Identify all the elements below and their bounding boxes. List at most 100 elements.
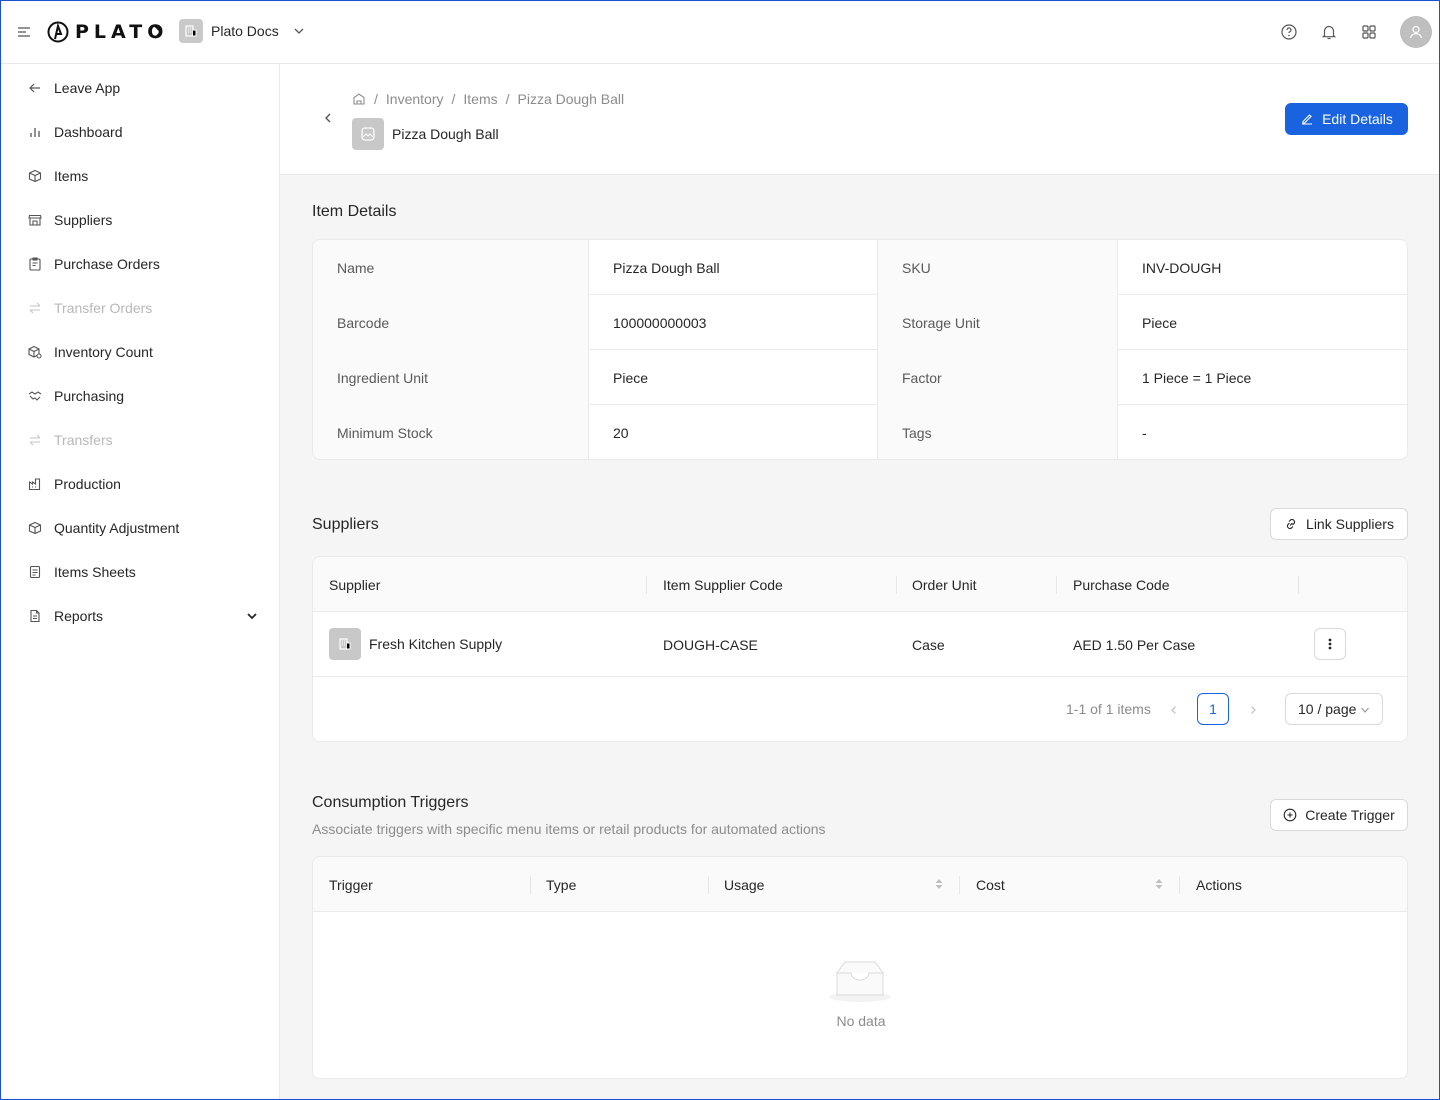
- breadcrumb-separator: /: [451, 91, 456, 107]
- chevron-down-icon[interactable]: [246, 610, 258, 622]
- create-trigger-label: Create Trigger: [1305, 807, 1395, 823]
- plato-logo[interactable]: PLATO: [47, 20, 168, 44]
- link-suppliers-button[interactable]: Link Suppliers: [1270, 508, 1408, 540]
- box-icon: [28, 169, 42, 183]
- menu-icon[interactable]: [16, 24, 32, 40]
- column-header-actions: Actions: [1196, 876, 1242, 893]
- chevron-right-icon: [152, 24, 164, 40]
- page-size-value: 10 / page: [1298, 701, 1357, 717]
- table-row: Fresh Kitchen Supply DOUGH-CASE Case AED…: [313, 612, 1407, 677]
- details-label: Name: [313, 240, 589, 295]
- page-button-1[interactable]: 1: [1197, 693, 1229, 725]
- org-switcher[interactable]: Plato Docs: [179, 19, 305, 43]
- sidebar-item-label: Transfer Orders: [54, 300, 153, 316]
- help-icon[interactable]: [1280, 23, 1298, 41]
- sidebar-item-transfer-orders[interactable]: Transfer Orders: [28, 297, 260, 319]
- empty-state: No data: [313, 913, 1407, 1078]
- sidebar-item-purchasing[interactable]: Purchasing: [28, 385, 260, 407]
- swap-icon: [28, 433, 42, 447]
- sidebar-item-label: Inventory Count: [54, 344, 153, 360]
- sheet-icon: [28, 565, 42, 579]
- sidebar-item-leave-app[interactable]: Leave App: [28, 77, 260, 99]
- sidebar-item-inventory-count[interactable]: Inventory Count: [28, 341, 260, 363]
- home-icon[interactable]: [352, 92, 366, 106]
- breadcrumb-separator: /: [505, 91, 510, 107]
- suppliers-title: Suppliers: [312, 516, 379, 533]
- details-label: SKU: [878, 240, 1118, 295]
- column-header-order-unit: Order Unit: [896, 557, 1057, 612]
- sidebar-item-quantity-adjustment[interactable]: Quantity Adjustment: [28, 517, 260, 539]
- supplier-name[interactable]: Fresh Kitchen Supply: [369, 636, 502, 652]
- sidebar-item-items-sheets[interactable]: Items Sheets: [28, 561, 260, 583]
- breadcrumb-inventory[interactable]: Inventory: [386, 91, 444, 107]
- edit-details-button[interactable]: Edit Details: [1285, 103, 1408, 135]
- sidebar-item-production[interactable]: Production: [28, 473, 260, 495]
- details-label: Barcode: [313, 295, 589, 350]
- column-header-item-supplier-code: Item Supplier Code: [647, 557, 897, 612]
- sidebar-item-items[interactable]: Items: [28, 165, 260, 187]
- details-value: -: [1142, 424, 1147, 441]
- details-value: Piece: [1142, 314, 1178, 331]
- item-heading: Pizza Dough Ball: [352, 118, 499, 150]
- edit-pencil-icon: [1300, 112, 1314, 126]
- breadcrumb-items[interactable]: Items: [463, 91, 497, 107]
- breadcrumb: / Inventory / Items / Pizza Dough Ball: [352, 91, 624, 107]
- sidebar-item-transfers[interactable]: Transfers: [28, 429, 260, 451]
- sidebar-item-suppliers[interactable]: Suppliers: [28, 209, 260, 231]
- empty-inbox-icon: [828, 959, 892, 1003]
- column-header-cost[interactable]: Cost: [960, 857, 1180, 912]
- building-icon: [329, 628, 361, 660]
- details-label: Tags: [878, 405, 1118, 459]
- report-icon: [28, 609, 42, 623]
- bell-icon[interactable]: [1320, 23, 1338, 41]
- table-header: Supplier Item Supplier Code Order Unit P…: [313, 557, 1407, 612]
- details-label: Storage Unit: [878, 295, 1118, 350]
- link-suppliers-label: Link Suppliers: [1306, 516, 1394, 532]
- top-bar: PLATO Plato Docs: [0, 0, 1440, 64]
- item-details-title: Item Details: [312, 203, 397, 220]
- create-trigger-button[interactable]: Create Trigger: [1270, 799, 1408, 831]
- sidebar-item-label: Production: [54, 476, 121, 492]
- details-value: 20: [589, 405, 878, 459]
- details-label: Factor: [878, 350, 1118, 405]
- suppliers-table: Supplier Item Supplier Code Order Unit P…: [312, 556, 1408, 742]
- details-value: 1 Piece = 1 Piece: [1142, 369, 1252, 386]
- details-row: Name Pizza Dough Ball SKU INV-DOUGH: [313, 240, 1407, 295]
- back-arrow-icon[interactable]: [322, 112, 334, 124]
- store-icon: [28, 213, 42, 227]
- factory-icon: [28, 477, 42, 491]
- plus-circle-icon: [1283, 808, 1297, 822]
- sidebar-item-dashboard[interactable]: Dashboard: [28, 121, 260, 143]
- item-details-table: Name Pizza Dough Ball SKU INV-DOUGH Barc…: [312, 239, 1408, 460]
- details-value: INV-DOUGH: [1142, 259, 1222, 276]
- avatar[interactable]: [1400, 16, 1432, 48]
- chevron-down-icon: [293, 25, 305, 37]
- page-header: / Inventory / Items / Pizza Dough Ball P…: [280, 64, 1440, 175]
- bar-chart-icon: [28, 125, 42, 139]
- apps-grid-icon[interactable]: [1360, 23, 1378, 41]
- details-row: Ingredient Unit Piece Factor 1 Piece = 1…: [313, 350, 1407, 405]
- page-size-select[interactable]: 10 / page: [1285, 693, 1383, 725]
- org-name: Plato Docs: [211, 23, 279, 39]
- sidebar-item-label: Quantity Adjustment: [54, 520, 180, 536]
- image-placeholder-icon: [352, 118, 384, 150]
- adjust-box-icon: [28, 521, 42, 535]
- column-header-usage[interactable]: Usage: [708, 857, 960, 912]
- breadcrumb-current: Pizza Dough Ball: [517, 91, 625, 107]
- sidebar-item-label: Leave App: [54, 80, 121, 96]
- supplier-cell: Fresh Kitchen Supply: [329, 628, 502, 660]
- column-header-trigger: Trigger: [313, 857, 531, 912]
- next-page-icon[interactable]: [1247, 704, 1259, 716]
- breadcrumb-separator: /: [374, 91, 378, 107]
- row-actions-button[interactable]: [1314, 628, 1346, 660]
- sidebar-item-purchase-orders[interactable]: Purchase Orders: [28, 253, 260, 275]
- prev-page-icon[interactable]: [1168, 704, 1180, 716]
- column-header-supplier: Supplier: [313, 557, 647, 612]
- sidebar-item-label: Dashboard: [54, 124, 123, 140]
- sidebar-item-label: Reports: [54, 608, 104, 624]
- details-row: Minimum Stock 20 Tags -: [313, 405, 1407, 459]
- details-label: Minimum Stock: [313, 405, 589, 459]
- sort-icon: [1154, 877, 1164, 891]
- purchase-code-cell: AED 1.50 Per Case: [1073, 636, 1196, 653]
- sidebar-item-reports[interactable]: Reports: [28, 605, 260, 627]
